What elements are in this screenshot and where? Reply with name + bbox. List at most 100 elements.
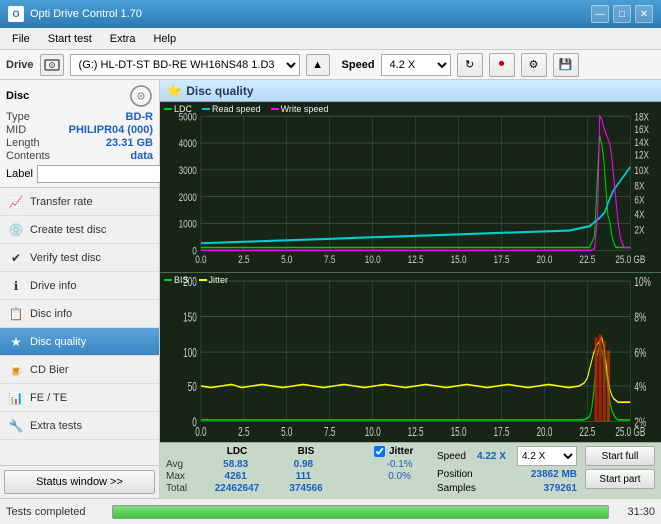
svg-text:16X: 16X (634, 124, 649, 137)
eject-button[interactable]: ▲ (306, 54, 330, 76)
bottom-chart-svg: 200 150 100 50 0 10% 8% 6% 4% 2% 0.0 2.5… (160, 273, 661, 443)
start-full-button[interactable]: Start full (585, 446, 655, 466)
bottom-chart-legend: BIS Jitter (164, 275, 228, 285)
sidebar-label-transfer-rate: Transfer rate (30, 196, 93, 208)
jitter-section: Jitter (374, 446, 413, 457)
svg-text:50: 50 (188, 380, 197, 394)
sidebar: Disc Type BD-R MID PHILIPR04 (000) Lengt… (0, 80, 160, 498)
stats-panel: LDC BIS Jitter Avg 58.83 0.98 -0.1% (160, 442, 661, 498)
extra-tests-icon: 🔧 (8, 418, 24, 434)
svg-text:2X: 2X (634, 224, 644, 237)
jitter-checkbox[interactable] (374, 446, 385, 457)
write-speed-color (271, 108, 279, 110)
total-ldc: 22462647 (202, 483, 272, 494)
svg-text:10%: 10% (634, 275, 651, 289)
disc-label-row: Label ⚙ (6, 165, 153, 183)
progress-bar-container (112, 505, 609, 519)
start-part-button[interactable]: Start part (585, 469, 655, 489)
svg-text:5.0: 5.0 (281, 425, 292, 439)
ldc-color (164, 108, 172, 110)
legend-bis: BIS (164, 275, 189, 285)
svg-text:8%: 8% (634, 310, 646, 324)
svg-text:12X: 12X (634, 149, 649, 162)
avg-bis: 0.98 (274, 459, 333, 470)
disc-mid-value: PHILIPR04 (000) (69, 124, 153, 136)
bottom-chart: BIS Jitter (160, 273, 661, 443)
minimize-button[interactable]: — (591, 5, 609, 23)
svg-text:17.5: 17.5 (494, 425, 510, 439)
speed-label: Speed (342, 59, 375, 71)
main-area: Disc Type BD-R MID PHILIPR04 (000) Lengt… (0, 80, 661, 498)
disc-label-input[interactable] (37, 165, 175, 183)
sidebar-item-disc-info[interactable]: 📋 Disc info (0, 300, 159, 328)
menu-start-test[interactable]: Start test (40, 31, 100, 47)
panel-header-icon: ⭐ (166, 83, 182, 99)
disc-panel-title: Disc (6, 90, 29, 102)
jitter-color (199, 279, 207, 281)
svg-text:10X: 10X (634, 165, 649, 178)
sidebar-item-fe-te[interactable]: 📊 FE / TE (0, 384, 159, 412)
status-window-button[interactable]: Status window >> (4, 470, 155, 494)
max-jitter: 0.0% (370, 471, 429, 482)
legend-bis-label: BIS (174, 275, 189, 285)
disc-contents-value: data (130, 150, 153, 162)
legend-write-speed-label: Write speed (281, 104, 329, 114)
svg-text:2.5: 2.5 (238, 254, 250, 267)
menu-extra[interactable]: Extra (102, 31, 144, 47)
speed-select[interactable]: 4.2 X (381, 54, 451, 76)
status-time: 31:30 (615, 506, 655, 518)
menu-file[interactable]: File (4, 31, 38, 47)
disc-length-value: 23.31 GB (106, 137, 153, 149)
samples-row: Samples 379261 (437, 483, 577, 494)
drive-select[interactable]: (G:) HL-DT-ST BD-RE WH16NS48 1.D3 (70, 54, 300, 76)
close-button[interactable]: ✕ (635, 5, 653, 23)
sidebar-item-disc-quality[interactable]: ★ Disc quality (0, 328, 159, 356)
drive-label: Drive (6, 59, 34, 71)
sidebar-item-create-test-disc[interactable]: 💿 Create test disc (0, 216, 159, 244)
disc-title: Disc (6, 84, 153, 108)
svg-text:2.5: 2.5 (238, 425, 249, 439)
sidebar-nav: 📈 Transfer rate 💿 Create test disc ✔ Ver… (0, 188, 159, 465)
sidebar-item-extra-tests[interactable]: 🔧 Extra tests (0, 412, 159, 440)
save-button[interactable]: 💾 (553, 53, 579, 77)
settings-button[interactable]: ⚙ (521, 53, 547, 77)
sidebar-bottom: Status window >> (0, 465, 159, 498)
svg-text:4000: 4000 (179, 138, 198, 151)
drive-info-icon: ℹ (8, 278, 24, 294)
legend-write-speed: Write speed (271, 104, 329, 114)
speed-dropdown[interactable]: 4.2 X (517, 446, 577, 466)
disc-type-label: Type (6, 111, 30, 123)
disc-length-row: Length 23.31 GB (6, 137, 153, 149)
disc-contents-label: Contents (6, 150, 50, 162)
refresh-button[interactable]: ↻ (457, 53, 483, 77)
disc-length-label: Length (6, 137, 40, 149)
sidebar-item-transfer-rate[interactable]: 📈 Transfer rate (0, 188, 159, 216)
verify-test-disc-icon: ✔ (8, 250, 24, 266)
sidebar-item-drive-info[interactable]: ℹ Drive info (0, 272, 159, 300)
disc-label-text: Label (6, 168, 33, 180)
maximize-button[interactable]: □ (613, 5, 631, 23)
svg-text:15.0: 15.0 (451, 254, 467, 267)
sidebar-item-verify-test-disc[interactable]: ✔ Verify test disc (0, 244, 159, 272)
svg-text:6X: 6X (634, 195, 644, 208)
sidebar-label-create-test-disc: Create test disc (30, 224, 106, 236)
svg-text:150: 150 (183, 310, 197, 324)
title-bar-controls[interactable]: — □ ✕ (591, 5, 653, 23)
menu-help[interactable]: Help (145, 31, 184, 47)
svg-text:20.0: 20.0 (536, 425, 552, 439)
svg-text:10.0: 10.0 (365, 254, 381, 267)
read-speed-color (202, 108, 210, 110)
cd-bier-icon: 🍺 (8, 362, 24, 378)
legend-read-speed-label: Read speed (212, 104, 261, 114)
svg-text:14X: 14X (634, 137, 649, 150)
svg-text:7.5: 7.5 (324, 425, 335, 439)
sidebar-label-drive-info: Drive info (30, 280, 76, 292)
sidebar-item-cd-bier[interactable]: 🍺 CD Bier (0, 356, 159, 384)
speed-row: Speed 4.22 X 4.2 X (437, 446, 577, 466)
title-bar: O Opti Drive Control 1.70 — □ ✕ (0, 0, 661, 28)
legend-jitter-label: Jitter (209, 275, 229, 285)
record-button[interactable]: ⏺ (489, 53, 515, 77)
menu-bar: File Start test Extra Help (0, 28, 661, 50)
disc-mid-row: MID PHILIPR04 (000) (6, 124, 153, 136)
stats-left: LDC BIS Jitter Avg 58.83 0.98 -0.1% (166, 446, 429, 495)
